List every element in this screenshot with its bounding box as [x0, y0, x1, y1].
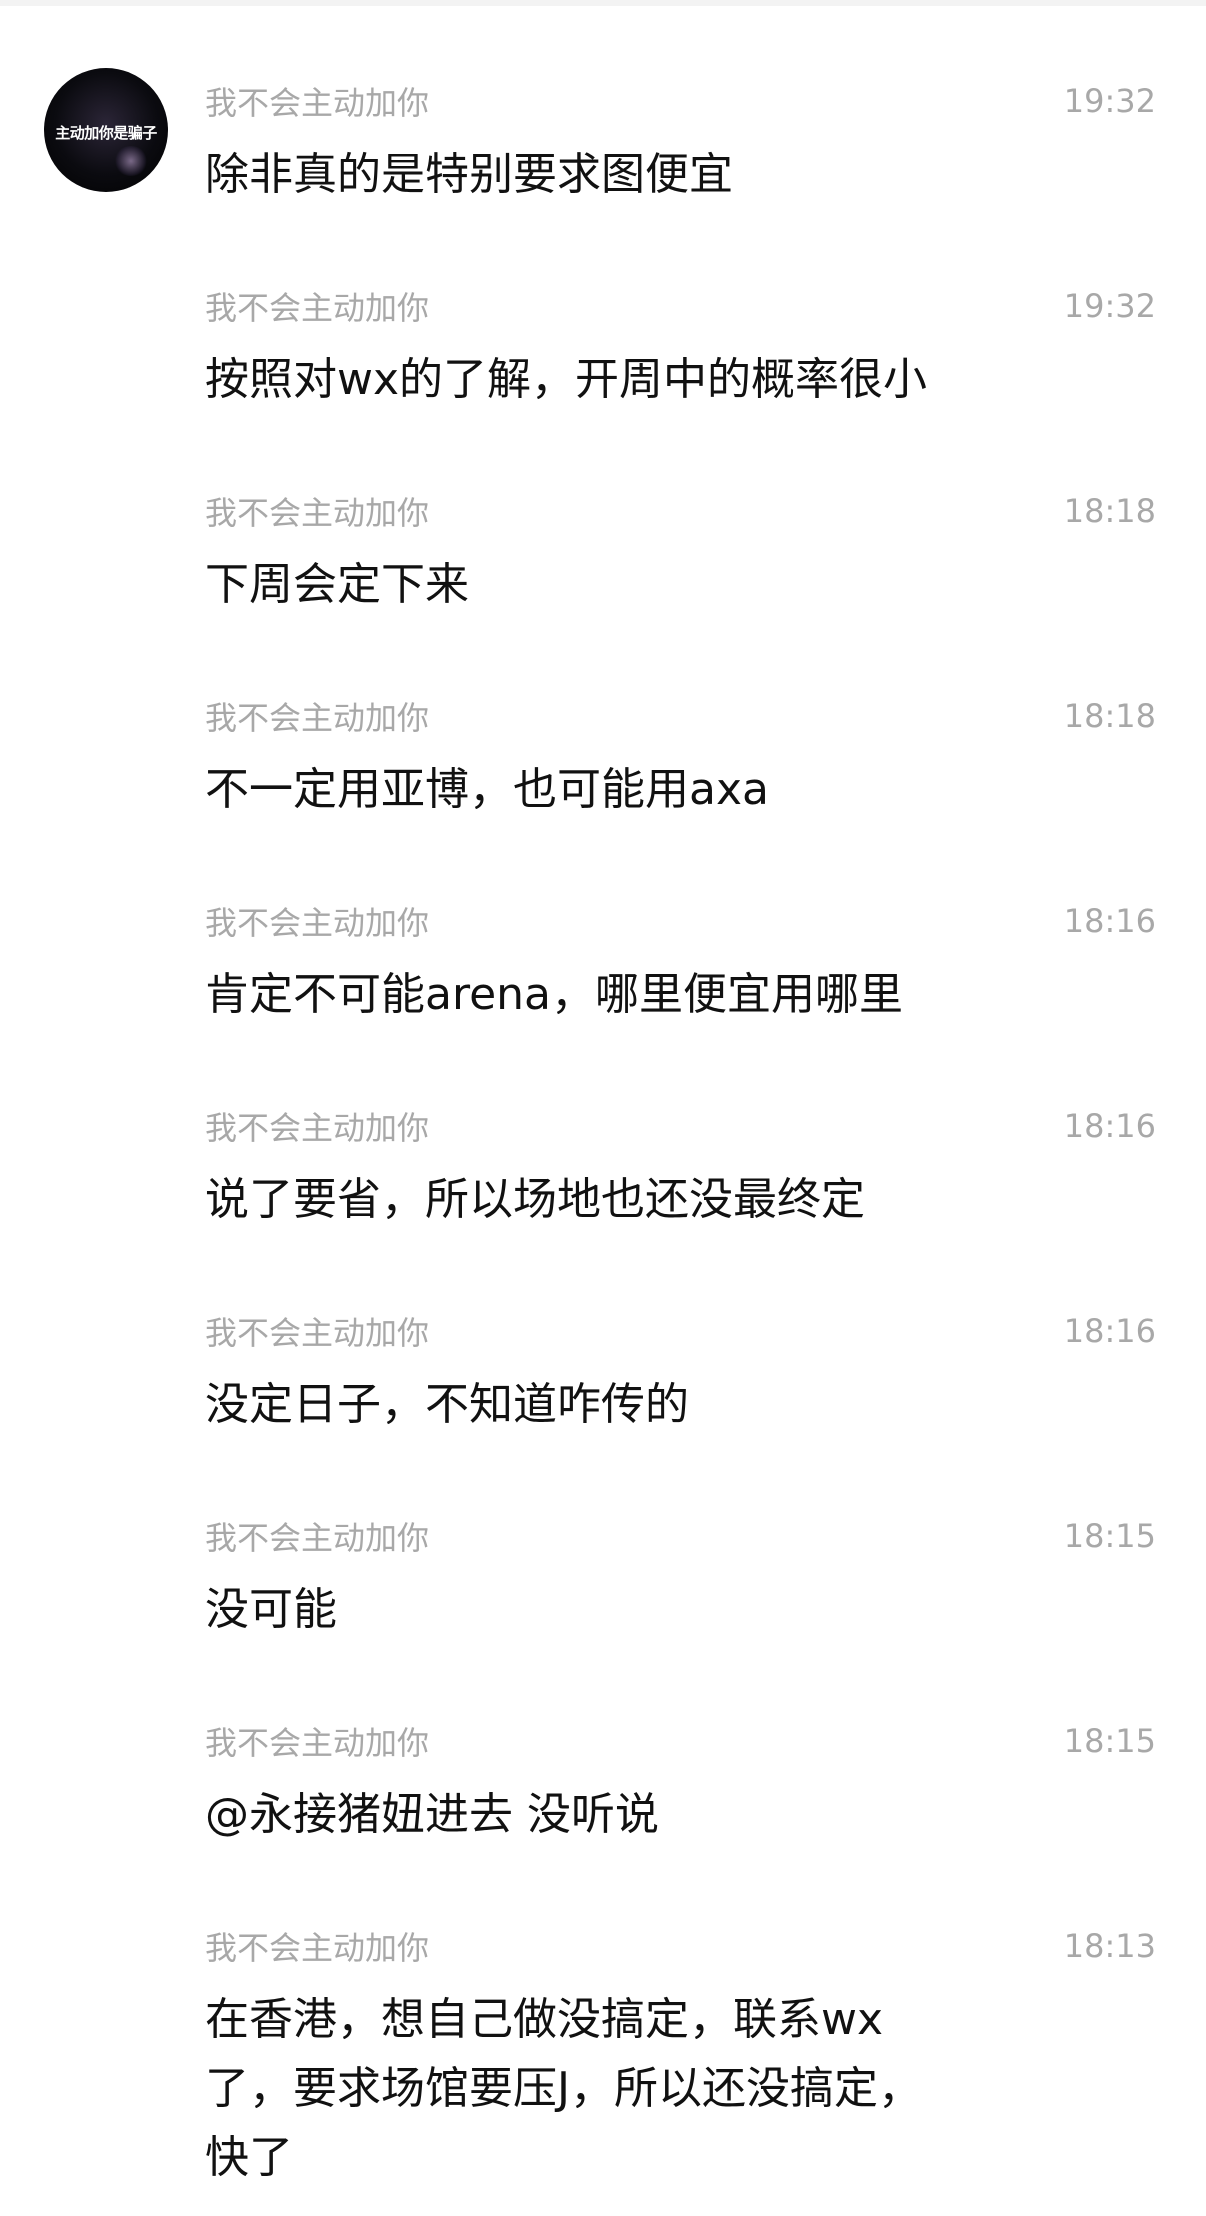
- message-text: 不一定用亚博，也可能用axa: [205, 764, 769, 815]
- sender-name: 我不会主动加你: [205, 494, 430, 532]
- sender-name: 我不会主动加你: [205, 289, 430, 327]
- message-text: @永接猪妞进去 没听说: [205, 1789, 659, 1840]
- avatar-text: 主动加你是骗子: [55, 124, 157, 142]
- message-time: 19:32: [1063, 82, 1156, 120]
- sender-name: 我不会主动加你: [205, 1724, 430, 1762]
- message-text: 肯定不可能arena，哪里便宜用哪里: [205, 969, 904, 1020]
- message-text: 没定日子，不知道咋传的: [205, 1379, 689, 1430]
- top-divider: [0, 0, 1206, 6]
- message-time: 19:32: [1063, 287, 1156, 325]
- message-text: 没可能: [205, 1584, 337, 1635]
- sender-name: 我不会主动加你: [205, 904, 430, 942]
- message-time: 18:13: [1063, 1927, 1156, 1965]
- message-text: 除非真的是特别要求图便宜: [205, 149, 733, 200]
- sender-name: 我不会主动加你: [205, 1109, 430, 1147]
- message-text: 按照对wx的了解，开周中的概率很小: [205, 354, 928, 405]
- sender-name: 我不会主动加你: [205, 699, 430, 737]
- message-time: 18:15: [1063, 1517, 1156, 1555]
- message-text: 在香港，想自己做没搞定，联系wx了，要求场馆要压J，所以还没搞定，快了: [205, 1994, 922, 2183]
- avatar[interactable]: 主动加你是骗子: [44, 68, 168, 192]
- message-time: 18:16: [1063, 902, 1156, 940]
- message-text: 下周会定下来: [205, 559, 469, 610]
- message-time: 18:16: [1063, 1107, 1156, 1145]
- sender-name: 我不会主动加你: [205, 1314, 430, 1352]
- message-time: 18:16: [1063, 1312, 1156, 1350]
- sender-name: 我不会主动加你: [205, 1519, 430, 1557]
- sender-name: 我不会主动加你: [205, 1929, 430, 1967]
- message-text: 说了要省，所以场地也还没最终定: [205, 1174, 865, 1225]
- sender-name: 我不会主动加你: [205, 84, 430, 122]
- chat-message-list[interactable]: 主动加你是骗子 我不会主动加你 19:32 除非真的是特别要求图便宜 我不会主动…: [0, 0, 1206, 2216]
- message-time: 18:15: [1063, 1722, 1156, 1760]
- message-time: 18:18: [1063, 492, 1156, 530]
- message-time: 18:18: [1063, 697, 1156, 735]
